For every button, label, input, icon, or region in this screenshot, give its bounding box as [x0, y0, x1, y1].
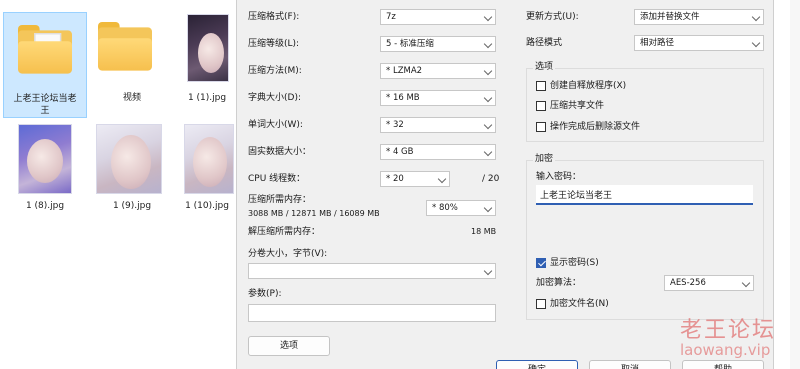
chevron-down-icon: [483, 203, 493, 213]
file-item-label: 视频: [122, 93, 141, 103]
folder-icon: [98, 22, 174, 84]
file-item-image[interactable]: 1 (8).jpg: [3, 118, 87, 218]
scrollbar[interactable]: [790, 0, 800, 369]
level-label: 压缩等级(L):: [248, 39, 300, 49]
path-label: 路径模式: [526, 38, 563, 48]
mem-decomp-value: 18 MB: [471, 227, 497, 236]
chevron-down-icon: [483, 266, 493, 276]
options-button[interactable]: 选项: [248, 336, 330, 356]
image-thumbnail: [187, 14, 229, 82]
method-label: 压缩方法(M):: [248, 66, 302, 76]
format-select[interactable]: 7z: [380, 9, 496, 25]
chevron-down-icon: [751, 12, 761, 22]
file-item-image[interactable]: 1 (9).jpg: [92, 118, 172, 218]
format-value: 7z: [386, 12, 396, 22]
image-thumbnail: [184, 124, 234, 194]
sfx-label[interactable]: 创建自释放程序(X): [550, 80, 626, 92]
split-label: 分卷大小，字节(V):: [248, 249, 328, 259]
ok-button[interactable]: 确定: [496, 360, 578, 369]
chevron-down-icon: [741, 278, 751, 288]
image-thumbnail: [96, 124, 162, 194]
file-item-label: 1 (8).jpg: [25, 201, 65, 211]
chevron-down-icon: [483, 120, 493, 130]
chevron-down-icon: [437, 174, 447, 184]
show-password-checkbox[interactable]: [536, 258, 546, 268]
level-select[interactable]: 5 - 标准压缩: [380, 36, 496, 52]
word-select[interactable]: * 32: [380, 117, 496, 133]
file-item-image[interactable]: 1 (10).jpg: [178, 118, 236, 218]
format-label: 压缩格式(F):: [248, 12, 300, 22]
mem-decomp-label: 解压缩所需内存：: [248, 227, 321, 237]
level-value: 5 - 标准压缩: [386, 39, 434, 49]
encryption-method-value: AES-256: [670, 278, 706, 288]
solid-label: 固实数据大小：: [248, 147, 312, 157]
dict-label: 字典大小(D):: [248, 93, 301, 103]
mem-comp-detail: 3088 MB / 12871 MB / 16089 MB: [248, 209, 380, 218]
chevron-down-icon: [483, 93, 493, 103]
mem-comp-label: 压缩所需内存：: [248, 195, 312, 205]
threads-label: CPU 线程数：: [248, 174, 306, 184]
chevron-down-icon: [483, 66, 493, 76]
encrypt-names-label[interactable]: 加密文件名(N): [550, 298, 609, 310]
solid-value: * 4 GB: [386, 147, 414, 157]
update-value: 添加并替换文件: [640, 12, 700, 22]
mem-comp-value: * 80%: [432, 203, 458, 213]
method-value: * LZMA2: [386, 66, 423, 76]
chevron-down-icon: [483, 147, 493, 157]
shared-checkbox[interactable]: [536, 101, 546, 111]
password-value: 上老王论坛当老王: [540, 191, 613, 201]
file-item-label: 1 (1).jpg: [187, 93, 227, 103]
word-value: * 32: [386, 120, 404, 130]
path-select[interactable]: 相对路径: [634, 35, 764, 51]
encrypt-names-checkbox[interactable]: [536, 299, 546, 309]
cancel-button[interactable]: 取消: [589, 360, 671, 369]
params-label: 参数(P):: [248, 289, 282, 299]
dict-select[interactable]: * 16 MB: [380, 90, 496, 106]
word-label: 单词大小(W):: [248, 120, 303, 130]
password-input[interactable]: 上老王论坛当老王: [536, 185, 753, 205]
encryption-method-select[interactable]: AES-256: [664, 275, 754, 291]
update-select[interactable]: 添加并替换文件: [634, 9, 764, 25]
dict-value: * 16 MB: [386, 93, 420, 103]
chevron-down-icon: [483, 39, 493, 49]
encryption-group-title: 加密: [533, 153, 556, 165]
split-select[interactable]: [248, 263, 496, 279]
threads-value: * 20: [386, 174, 404, 184]
update-label: 更新方式(U):: [526, 12, 579, 22]
shared-label[interactable]: 压缩共享文件: [550, 100, 604, 112]
chevron-down-icon: [483, 12, 493, 22]
method-select[interactable]: * LZMA2: [380, 63, 496, 79]
chevron-down-icon: [751, 38, 761, 48]
path-value: 相对路径: [640, 38, 675, 48]
folder-icon: [18, 25, 94, 87]
file-item-image[interactable]: 1 (1).jpg: [178, 12, 236, 112]
mem-comp-select[interactable]: * 80%: [426, 200, 496, 216]
sfx-checkbox[interactable]: [536, 81, 546, 91]
file-item-label: 上老王论坛当老王: [13, 94, 77, 116]
delete-label[interactable]: 操作完成后删除源文件: [550, 121, 640, 133]
threads-select[interactable]: * 20: [380, 171, 450, 187]
file-item-label: 1 (9).jpg: [112, 201, 152, 211]
image-thumbnail: [18, 124, 72, 194]
options-group-title: 选项: [533, 61, 556, 73]
delete-checkbox[interactable]: [536, 122, 546, 132]
solid-select[interactable]: * 4 GB: [380, 144, 496, 160]
encryption-method-label: 加密算法：: [536, 278, 582, 288]
file-item-folder[interactable]: 视频: [92, 12, 172, 112]
threads-max: / 20: [482, 174, 500, 184]
watermark-url: laowang.vip: [680, 341, 771, 359]
params-input[interactable]: [248, 304, 496, 322]
encryption-group: [526, 160, 764, 320]
file-item-folder-selected[interactable]: 上老王论坛当老王: [3, 12, 87, 118]
password-label: 输入密码：: [536, 172, 582, 182]
watermark-logo: 老王论坛: [680, 318, 777, 343]
show-password-label[interactable]: 显示密码(S): [550, 257, 599, 269]
help-button[interactable]: 帮助: [682, 360, 764, 369]
file-item-label: 1 (10).jpg: [185, 201, 229, 211]
